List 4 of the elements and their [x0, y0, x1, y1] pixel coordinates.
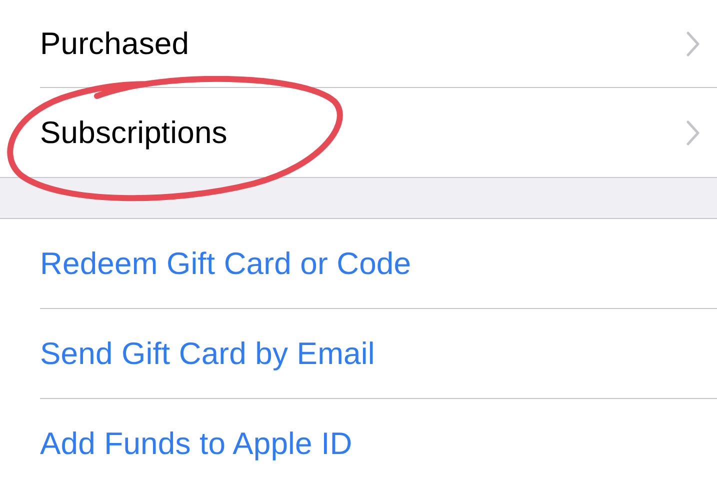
chevron-icon [685, 30, 701, 58]
chevron-icon [685, 118, 701, 146]
row-label: Subscriptions [40, 114, 228, 150]
row-label: Purchased [40, 26, 190, 62]
